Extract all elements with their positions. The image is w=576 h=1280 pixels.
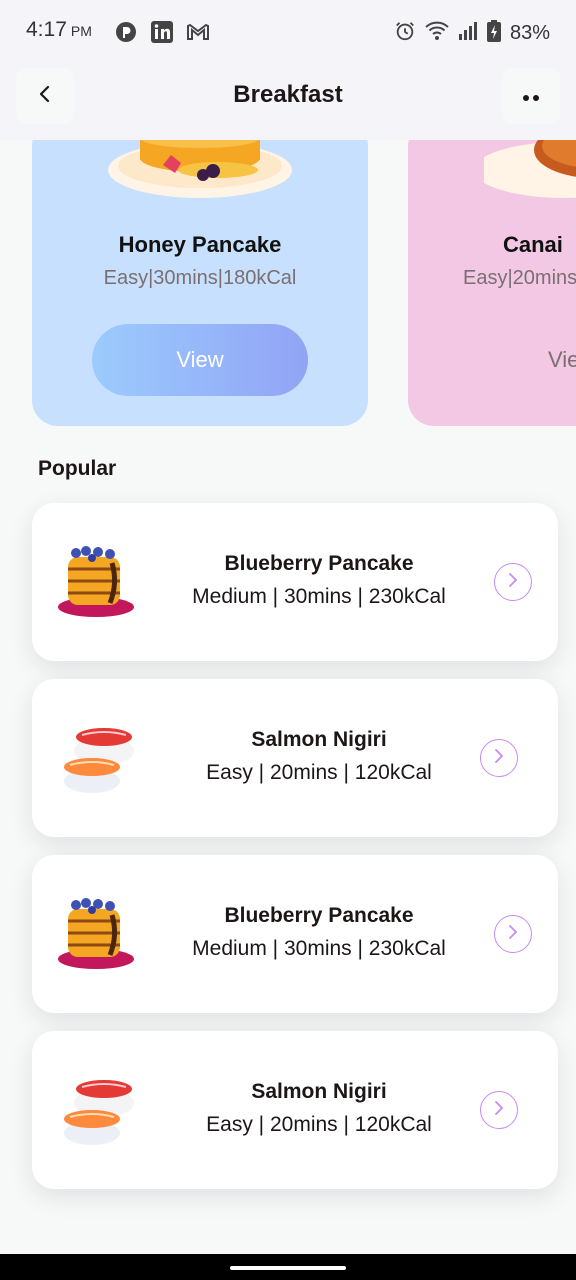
item-meta: Easy | 20mins | 120kCal [206,761,432,784]
popular-list: Blueberry Pancake Medium | 30mins | 230k… [32,503,558,1207]
category-meta: Easy|20mins [463,267,576,289]
item-meta: Easy | 20mins | 120kCal [206,1113,432,1136]
more-options-button[interactable] [502,68,560,124]
chevron-right-icon [507,572,519,592]
wifi-icon [425,21,449,45]
status-time: 4:17 PM [26,18,92,42]
alarm-icon [394,20,416,46]
chevron-right-icon [507,924,519,944]
category-card-canai[interactable]: Canai Easy|20mins View [408,140,576,426]
notification-icons [114,20,210,44]
view-button[interactable]: View [92,324,308,396]
open-item-button[interactable] [480,739,518,777]
category-title: Canai [503,232,563,257]
battery-icon [486,20,501,46]
status-bar: 4:17 PM 83% [0,0,576,64]
battery-percentage: 83% [509,21,550,44]
open-item-button[interactable] [494,563,532,601]
category-title: Honey Pancake [118,232,282,257]
gmail-icon [186,20,210,44]
category-card-honey-pancake[interactable]: Honey Pancake Easy|30mins|180kCal View [32,140,368,426]
honey-pancake-image [108,140,298,214]
more-dots-icon [521,87,541,106]
category-meta: Easy|30mins|180kCal [103,267,297,289]
system-nav-bar [0,1254,576,1280]
pancake-image [56,543,136,623]
item-meta: Medium | 30mins | 230kCal [192,585,446,608]
list-item[interactable]: Salmon Nigiri Easy | 20mins | 120kCal [32,1031,558,1189]
popular-section-title: Popular [38,457,117,480]
view-button[interactable]: View [548,324,576,396]
signal-icon [458,21,478,45]
list-item[interactable]: Salmon Nigiri Easy | 20mins | 120kCal [32,679,558,837]
status-time-value: 4:17 [26,18,67,41]
page-title: Breakfast [233,81,343,108]
list-item[interactable]: Blueberry Pancake Medium | 30mins | 230k… [32,503,558,661]
nigiri-image [56,719,136,799]
item-name: Salmon Nigiri [251,728,387,751]
open-item-button[interactable] [494,915,532,953]
pancake-image [56,895,136,975]
app-notification-icon [114,20,138,44]
canai-image [474,140,576,214]
nigiri-image [56,1071,136,1151]
item-name: Salmon Nigiri [251,1080,387,1103]
app-header: Breakfast [0,64,576,140]
chevron-right-icon [493,748,505,768]
home-gesture-handle[interactable] [230,1266,346,1270]
open-item-button[interactable] [480,1091,518,1129]
linkedin-icon [150,20,174,44]
status-ampm: PM [70,23,92,39]
item-meta: Medium | 30mins | 230kCal [192,937,446,960]
category-carousel[interactable]: Honey Pancake Easy|30mins|180kCal View C… [0,140,576,430]
chevron-right-icon [493,1100,505,1120]
list-item[interactable]: Blueberry Pancake Medium | 30mins | 230k… [32,855,558,1013]
system-icons: 83% [394,20,550,46]
item-name: Blueberry Pancake [224,904,414,927]
item-name: Blueberry Pancake [224,552,414,575]
